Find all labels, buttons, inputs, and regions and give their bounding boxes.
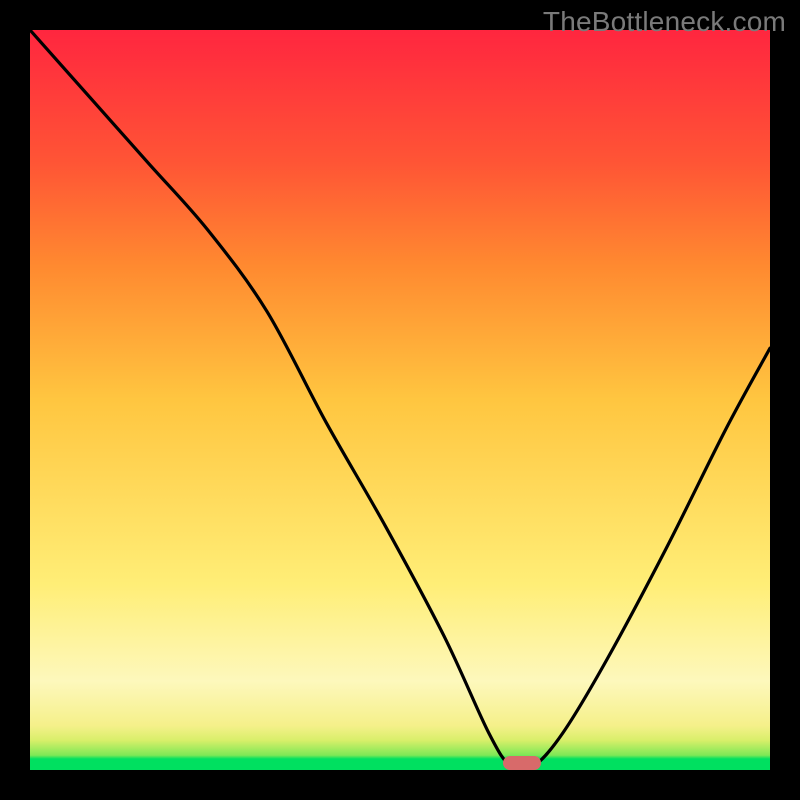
- optimal-marker: [503, 756, 541, 770]
- watermark-text: TheBottleneck.com: [543, 6, 786, 38]
- bottleneck-curve: [30, 30, 770, 770]
- plot-area: [30, 30, 770, 770]
- chart-frame: TheBottleneck.com: [0, 0, 800, 800]
